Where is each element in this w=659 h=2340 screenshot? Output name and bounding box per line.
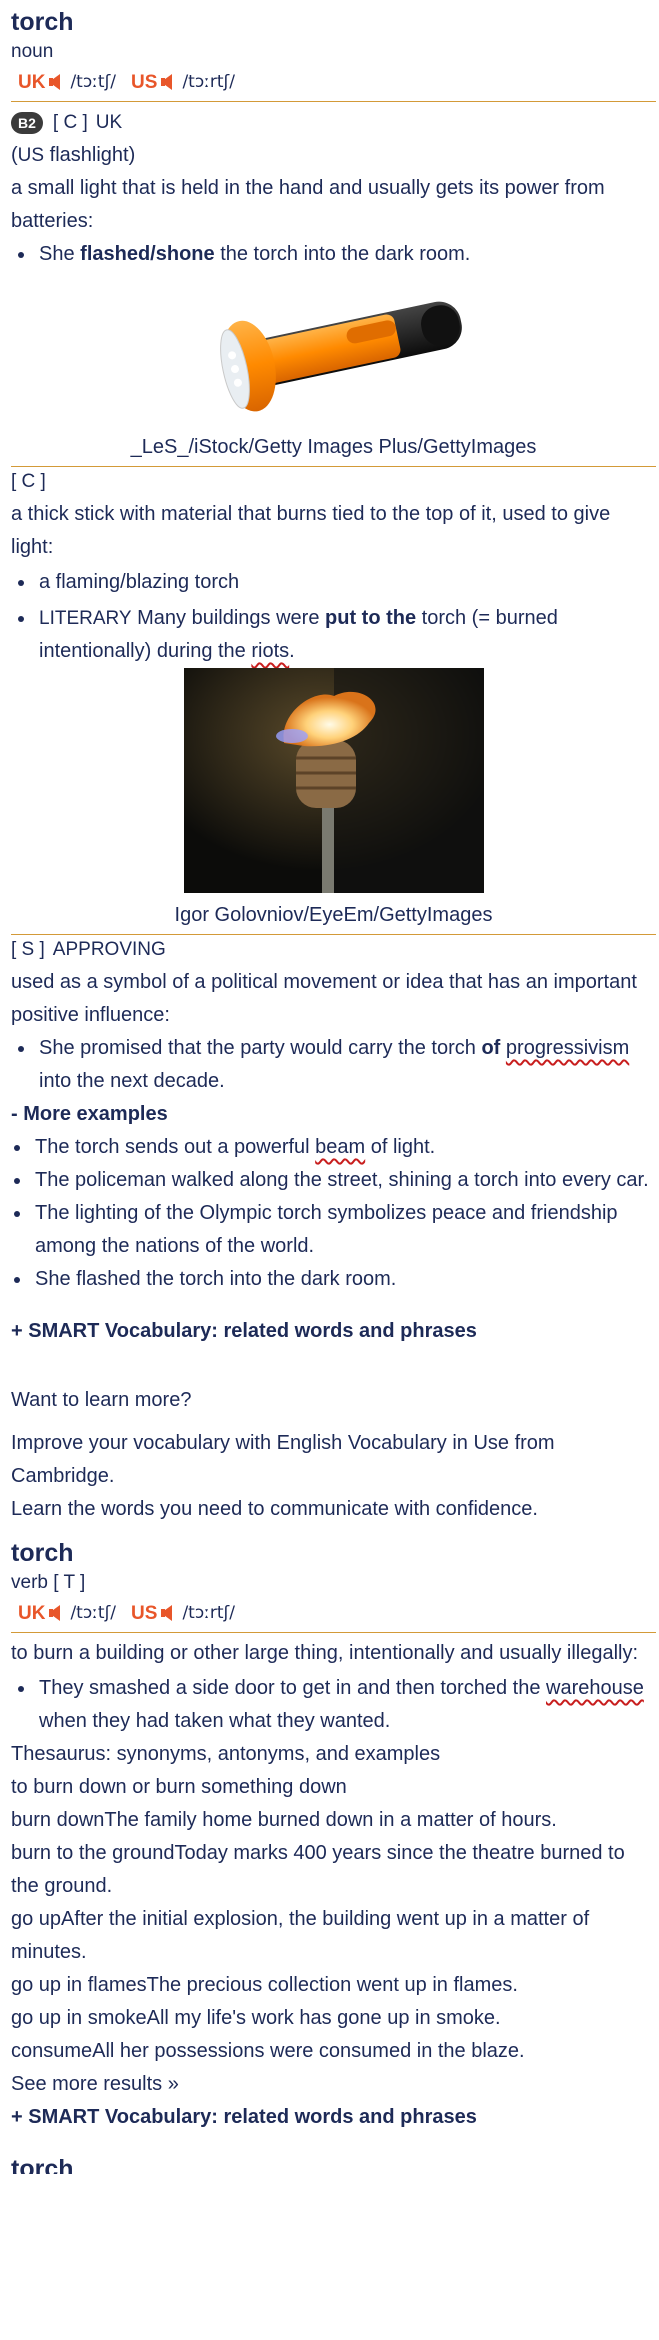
us-ipa: /tɔːrtʃ/ (182, 71, 235, 92)
divider (11, 101, 656, 102)
example-list: a flaming/blazing torch LITERARY Many bu… (11, 566, 656, 668)
promo-question: Want to learn more? (11, 1389, 192, 1411)
grammar-code: [ C ] (52, 112, 88, 133)
part-of-speech: noun (11, 41, 54, 62)
pronunciation-row: UK /tɔːtʃ/ US /tɔːrtʃ/ (11, 65, 656, 99)
flashlight-image (11, 275, 656, 423)
definition: to burn a building or other large thing,… (11, 1642, 639, 1664)
example: She promised that the party would carry … (36, 1032, 656, 1098)
promo-line[interactable]: Improve your vocabulary with English Voc… (11, 1427, 656, 1493)
more-examples-toggle[interactable]: - More examples (11, 1098, 656, 1131)
sense-grammar-row: [ S ] APPROVING (11, 933, 656, 966)
image-credit: Igor Golovniov/EyeEm/GettyImages (174, 904, 493, 926)
word-link[interactable]: warehouse (546, 1677, 644, 1699)
speaker-icon[interactable] (49, 74, 61, 90)
divider (11, 1632, 656, 1633)
example: She flashed the torch into the dark room… (32, 1263, 656, 1296)
example: They smashed a side door to get in and t… (36, 1672, 656, 1738)
thesaurus-subheading: to burn down or burn something down (11, 1776, 347, 1798)
headword: torch (11, 1539, 74, 1567)
example-list: She promised that the party would carry … (11, 1032, 656, 1098)
word-link[interactable]: progressivism (506, 1037, 629, 1059)
thesaurus-line: go upAfter the initial explosion, the bu… (11, 1908, 590, 1963)
uk-label: UK (18, 1602, 46, 1624)
usage-label: APPROVING (52, 939, 166, 960)
thesaurus-line: burn to the groundToday marks 400 years … (11, 1842, 625, 1897)
uk-ipa: /tɔːtʃ/ (70, 71, 117, 92)
speaker-icon[interactable] (49, 1605, 61, 1621)
thesaurus-line: burn downThe family home burned down in … (11, 1809, 557, 1831)
definition: used as a symbol of a political movement… (11, 971, 637, 1026)
more-examples-list: The torch sends out a powerful beam of l… (11, 1131, 656, 1296)
thesaurus-line: consumeAll her possessions were consumed… (11, 2040, 525, 2062)
us-ipa: /tɔːrtʃ/ (182, 1602, 235, 1623)
see-more-link[interactable]: See more results » (11, 2068, 656, 2101)
word-link[interactable]: beam (315, 1136, 365, 1158)
smart-vocabulary-link[interactable]: + SMART Vocabulary: related words and ph… (11, 1315, 656, 1348)
us-label: US (131, 71, 158, 93)
example: The lighting of the Olympic torch symbol… (32, 1197, 656, 1263)
uk-label: UK (18, 71, 46, 93)
dictionary-page: torch noun UK /tɔːtʃ/ US /tɔːrtʃ/ B2 [ C… (11, 5, 656, 2174)
speaker-icon[interactable] (161, 1605, 173, 1621)
sense-grammar-row: B2 [ C ] UK (11, 106, 656, 139)
promo-line: Learn the words you need to communicate … (11, 1498, 538, 1520)
grammar-code: [ C ] (11, 471, 46, 492)
variant-word: flashlight (49, 144, 129, 166)
us-label: US (131, 1602, 158, 1624)
level-badge: B2 (11, 111, 43, 134)
example: LITERARY Many buildings were put to the … (36, 602, 656, 668)
image-credit: _LeS_/iStock/Getty Images Plus/GettyImag… (130, 436, 537, 458)
smart-vocabulary-link[interactable]: + SMART Vocabulary: related words and ph… (11, 2101, 656, 2134)
variant-row: (US flashlight) (11, 144, 136, 166)
example: The torch sends out a powerful beam of l… (32, 1131, 656, 1164)
definition: a thick stick with material that burns t… (11, 503, 611, 558)
example: The policeman walked along the street, s… (32, 1164, 656, 1197)
thesaurus-heading[interactable]: Thesaurus: synonyms, antonyms, and examp… (11, 1738, 656, 1771)
region-label: UK (95, 112, 123, 133)
speaker-icon[interactable] (161, 74, 173, 90)
headword: torch (11, 8, 74, 36)
thesaurus-line: go up in smokeAll my life's work has gon… (11, 2007, 501, 2029)
uk-ipa: /tɔːtʃ/ (70, 1602, 117, 1623)
definition: a small light that is held in the hand a… (11, 177, 605, 232)
part-of-speech: verb [ T ] (11, 1572, 86, 1593)
pronunciation-row: UK /tɔːtʃ/ US /tɔːrtʃ/ (11, 1596, 656, 1630)
headword: torch (11, 2155, 74, 2174)
example: a flaming/blazing torch (36, 566, 656, 599)
example: She flashed/shone the torch into the dar… (36, 238, 656, 271)
torch-image (11, 668, 656, 893)
example-list: She flashed/shone the torch into the dar… (11, 238, 656, 271)
variant-region: US (17, 145, 45, 166)
word-link[interactable]: riots (251, 640, 289, 662)
grammar-code: [ S ] (11, 939, 45, 960)
example-list: They smashed a side door to get in and t… (11, 1672, 656, 1738)
thesaurus-line: go up in flamesThe precious collection w… (11, 1974, 518, 1996)
